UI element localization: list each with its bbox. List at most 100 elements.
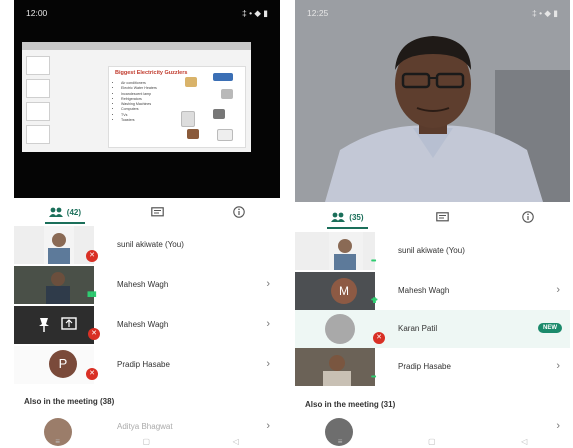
speaker-video: 12:25 ‡ • ◆ ▮ xyxy=(295,0,570,202)
people-count: (42) xyxy=(66,207,82,217)
appliance-image xyxy=(185,77,197,87)
tab-chat[interactable] xyxy=(150,200,164,224)
slide-ribbon xyxy=(22,42,251,50)
logo-image xyxy=(213,73,233,81)
tab-info[interactable] xyxy=(521,205,534,229)
slide-thumbnail xyxy=(26,56,50,75)
participant-name: Mahesh Wagh xyxy=(398,286,450,295)
slide-bullet: Electric Water Heaters xyxy=(121,86,157,91)
speaking-indicator: ▮▮▮ xyxy=(87,291,97,298)
participant-row[interactable]: ▮▮▮ Mahesh Wagh › xyxy=(14,266,280,304)
status-icons: ‡ • ◆ ▮ xyxy=(531,7,558,18)
speaking-indicator: •▮• xyxy=(371,297,378,304)
participant-name: Karan Patil xyxy=(398,324,438,333)
speaking-indicator: ••• xyxy=(371,258,376,265)
slide-thumbnail xyxy=(26,102,50,121)
status-time: 12:25 xyxy=(307,8,329,18)
participant-name: Pradip Hasabe xyxy=(117,360,170,369)
tab-bar: (42) xyxy=(14,200,280,224)
chevron-right-icon[interactable]: › xyxy=(556,284,560,296)
also-in-meeting-header: Also in the meeting (38) xyxy=(24,397,115,406)
tab-people[interactable]: (35) xyxy=(327,205,368,229)
participant-name: Aditya Bhagwat xyxy=(117,422,173,431)
appliance-image xyxy=(187,129,199,139)
back-icon[interactable]: ◁ xyxy=(521,437,527,446)
mic-muted-icon: ✕ xyxy=(88,328,100,340)
tab-people[interactable]: (42) xyxy=(44,200,86,224)
mic-muted-icon: ✕ xyxy=(86,250,98,262)
slide-page: Biggest Electricity Guzzlers Air conditi… xyxy=(108,66,246,148)
chat-icon xyxy=(436,211,449,221)
appliance-image xyxy=(213,109,225,119)
android-nav-bar: ≡ ▢ ◁ xyxy=(295,434,570,448)
slide-thumbnail xyxy=(26,79,50,98)
participant-video-tile xyxy=(14,226,94,264)
left-phone-screen: 12:00 ‡ • ◆ ▮ Biggest Electricity Guzzle… xyxy=(14,0,280,448)
appliance-image xyxy=(221,89,233,99)
participant-name: sunil akiwate (You) xyxy=(398,246,465,255)
speaker-person-video xyxy=(295,0,570,202)
chat-icon xyxy=(150,206,164,216)
avatar: P xyxy=(49,350,77,378)
right-phone-screen: 12:25 ‡ • ◆ ▮ (35) ••• sunil akiwate (Yo… xyxy=(295,0,570,448)
participant-name: Mahesh Wagh xyxy=(117,280,169,289)
speaking-indicator: ••• xyxy=(371,374,376,381)
avatar: M xyxy=(331,278,357,304)
people-icon xyxy=(331,212,346,222)
home-icon[interactable]: ▢ xyxy=(428,437,436,446)
recents-icon[interactable]: ≡ xyxy=(55,437,60,446)
presentation-video: 12:00 ‡ • ◆ ▮ Biggest Electricity Guzzle… xyxy=(14,0,280,198)
tab-info[interactable] xyxy=(233,200,245,224)
slide-bullet: Toasters xyxy=(121,118,157,123)
person-video xyxy=(323,355,351,386)
android-nav-bar: ≡ ▢ ◁ xyxy=(14,434,280,448)
new-badge: NEW xyxy=(538,323,562,333)
people-count: (35) xyxy=(349,212,364,222)
tab-chat[interactable] xyxy=(436,205,449,229)
also-in-meeting-header: Also in the meeting (31) xyxy=(305,400,396,409)
status-time: 12:00 xyxy=(26,8,48,18)
participant-video-tile xyxy=(14,266,94,304)
info-icon xyxy=(521,211,534,223)
person-video xyxy=(14,266,94,304)
participant-row[interactable]: ••• sunil akiwate (You) xyxy=(295,232,570,270)
participant-video-tile xyxy=(14,306,94,344)
appliance-image xyxy=(217,129,233,141)
chevron-right-icon[interactable]: › xyxy=(266,358,270,370)
shared-slide: Biggest Electricity Guzzlers Air conditi… xyxy=(22,42,251,152)
chevron-right-icon[interactable]: › xyxy=(556,420,560,432)
mic-muted-icon: ✕ xyxy=(86,368,98,380)
recents-icon[interactable]: ≡ xyxy=(338,437,343,446)
status-bar: 12:25 ‡ • ◆ ▮ xyxy=(295,0,570,26)
slide-bullets: Air conditioners Electric Water Heaters … xyxy=(113,81,157,123)
participant-row[interactable]: ••• Pradip Hasabe › xyxy=(295,348,570,386)
participant-name: sunil akiwate (You) xyxy=(117,240,184,249)
slide-thumbnail xyxy=(26,125,50,144)
people-icon xyxy=(48,207,63,217)
participant-row[interactable]: P ✕ Pradip Hasabe › xyxy=(14,346,280,384)
tab-bar: (35) xyxy=(295,205,570,229)
participant-row[interactable]: ✕ Mahesh Wagh › xyxy=(14,306,280,344)
participant-row[interactable]: ✕ sunil akiwate (You) xyxy=(14,226,280,264)
chevron-right-icon[interactable]: › xyxy=(266,278,270,290)
mic-muted-icon: ✕ xyxy=(373,332,385,344)
participant-row[interactable]: M •▮• Mahesh Wagh › xyxy=(295,272,570,310)
slide-title: Biggest Electricity Guzzlers xyxy=(115,70,188,76)
participant-row[interactable]: ✕ Karan Patil NEW xyxy=(295,310,570,348)
avatar xyxy=(325,314,355,344)
chevron-right-icon[interactable]: › xyxy=(556,360,560,372)
slide-thumbnails xyxy=(26,56,50,148)
info-icon xyxy=(233,206,245,218)
back-icon[interactable]: ◁ xyxy=(233,437,239,446)
status-bar: 12:00 ‡ • ◆ ▮ xyxy=(14,0,280,26)
person-video xyxy=(44,226,74,264)
participant-name: Mahesh Wagh xyxy=(117,320,169,329)
participant-video-tile xyxy=(295,348,375,386)
status-icons: ‡ • ◆ ▮ xyxy=(241,7,268,18)
chevron-right-icon[interactable]: › xyxy=(266,318,270,330)
home-icon[interactable]: ▢ xyxy=(142,437,150,446)
chevron-right-icon[interactable]: › xyxy=(266,420,270,432)
person-video xyxy=(329,232,363,270)
participant-name: Pradip Hasabe xyxy=(398,362,451,371)
pin-and-present-icon xyxy=(39,317,77,332)
